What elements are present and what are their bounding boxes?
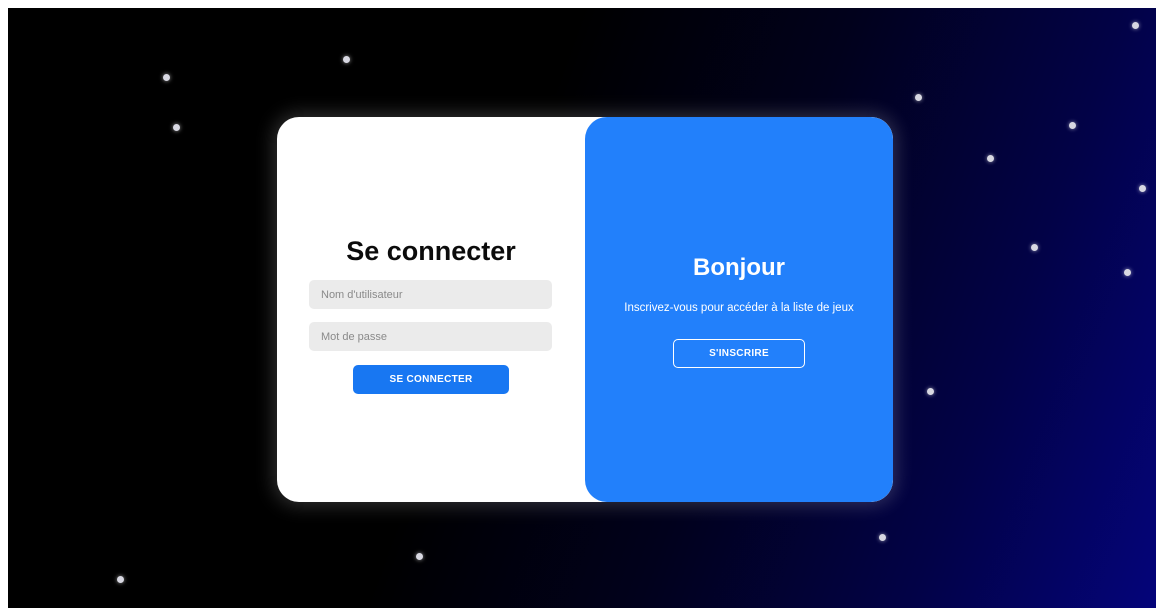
star-decoration (1069, 122, 1076, 129)
star-decoration (927, 388, 934, 395)
starfield-background: Se connecter SE CONNECTER Bonjour Inscri… (8, 8, 1156, 608)
signup-message: Inscrivez-vous pour accéder à la liste d… (624, 302, 854, 314)
star-decoration (1124, 269, 1131, 276)
username-input[interactable] (309, 280, 552, 309)
login-button[interactable]: SE CONNECTER (353, 365, 509, 394)
password-input[interactable] (309, 322, 552, 351)
login-panel: Se connecter SE CONNECTER (277, 117, 585, 502)
auth-card: Se connecter SE CONNECTER Bonjour Inscri… (277, 117, 893, 502)
star-decoration (343, 56, 350, 63)
star-decoration (1139, 185, 1146, 192)
signup-title: Bonjour (693, 254, 785, 281)
star-decoration (173, 124, 180, 131)
signup-button[interactable]: S'INSCRIRE (673, 339, 805, 368)
star-decoration (987, 155, 994, 162)
star-decoration (879, 534, 886, 541)
login-title: Se connecter (346, 236, 516, 266)
star-decoration (1132, 22, 1139, 29)
star-decoration (163, 74, 170, 81)
star-decoration (915, 94, 922, 101)
star-decoration (117, 576, 124, 583)
signup-panel: Bonjour Inscrivez-vous pour accéder à la… (585, 117, 893, 502)
star-decoration (1031, 244, 1038, 251)
star-decoration (416, 553, 423, 560)
